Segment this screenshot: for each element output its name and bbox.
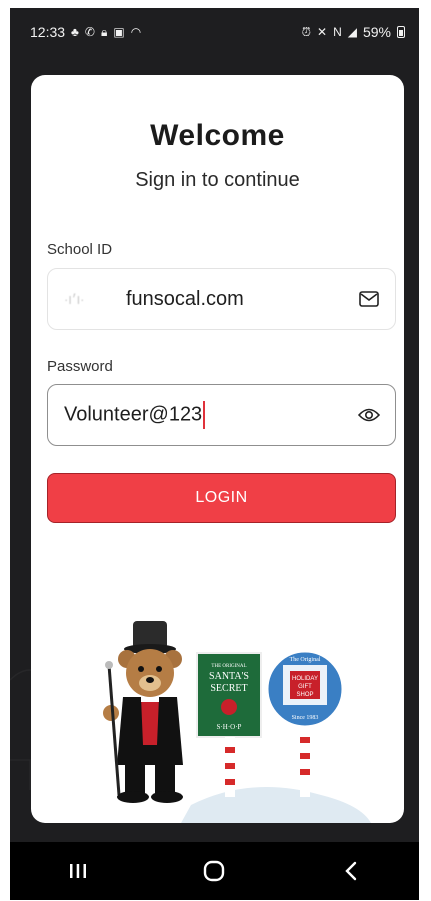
sign-right-line-3: GIFT [298, 684, 312, 690]
sign-left-line-4: S·H·O·P [217, 723, 242, 731]
text-caret [203, 401, 206, 429]
battery-icon [397, 26, 405, 38]
back-icon[interactable] [331, 851, 371, 891]
eye-icon[interactable] [357, 403, 381, 427]
battery-percent: 59% [362, 24, 391, 40]
sign-right-line-2: HOLIDAY [292, 676, 318, 682]
navigation-bar [10, 842, 419, 900]
sign-left-line-3: SECRET [210, 683, 247, 694]
sign-right-line-1: The Original [290, 657, 321, 663]
notification-icon: ♣ [71, 25, 79, 39]
envelope-icon [357, 287, 381, 311]
sign-right-line-4: SHOP [296, 692, 313, 698]
sign-right-line-5: Since 1983 [292, 715, 319, 721]
alarm-icon: ⏰︎ [301, 25, 311, 39]
mute-icon: ✕ [317, 25, 328, 39]
school-id-label: School ID [47, 241, 113, 258]
signal-icon: ◢ [347, 25, 357, 39]
nfc-icon: N [333, 25, 342, 39]
password-label: Password [47, 358, 113, 375]
mascot-illustration: THE ORIGINAL SANTA'S SECRET S·H·O·P The … [103, 621, 371, 823]
sign-left-line-2: SANTA'S [209, 671, 249, 682]
status-bar: 12:33 ♣ ✆ 🔒︎ ▣ ◠ ⏰︎ ✕ N ◢ 59% [10, 8, 419, 56]
status-right: ⏰︎ ✕ N ◢ 59% [302, 24, 405, 40]
santas-secret-shop-sign: THE ORIGINAL SANTA'S SECRET S·H·O·P [196, 652, 262, 797]
sign-left-line-1: THE ORIGINAL [211, 664, 246, 669]
password-value: Volunteer@123 [64, 403, 203, 426]
bear-mascot [103, 621, 183, 803]
phone-screen: 12:33 ♣ ✆ 🔒︎ ▣ ◠ ⏰︎ ✕ N ◢ 59% Welcome Si… [10, 8, 419, 900]
wifi-icon: ◠ [130, 25, 142, 39]
page-subtitle: Sign in to continue [135, 169, 300, 191]
holiday-gift-shop-sign: The Original HOLIDAY GIFT SHOP Since 198… [265, 649, 345, 797]
password-input[interactable]: Volunteer@123 [47, 384, 396, 446]
school-id-input[interactable]: ·ו׳ו· funsocal.com [47, 268, 396, 330]
login-button[interactable]: LOGIN [47, 473, 396, 523]
password-value-wrap: Volunteer@123 [64, 401, 357, 429]
gallery-icon: ▣ [113, 25, 125, 39]
home-icon[interactable] [194, 851, 234, 891]
school-id-value: funsocal.com [126, 287, 244, 310]
lock-icon: 🔒︎ [100, 25, 108, 39]
page-title: Welcome [150, 119, 285, 152]
status-left: 12:33 ♣ ✆ 🔒︎ ▣ ◠ [30, 24, 141, 40]
recents-icon[interactable] [58, 851, 98, 891]
wifi-calling-icon: ✆ [84, 25, 95, 39]
masked-text: ·ו׳ו· [64, 291, 85, 307]
status-time: 12:33 [30, 24, 66, 40]
login-card: Welcome Sign in to continue School ID ·ו… [31, 75, 404, 823]
